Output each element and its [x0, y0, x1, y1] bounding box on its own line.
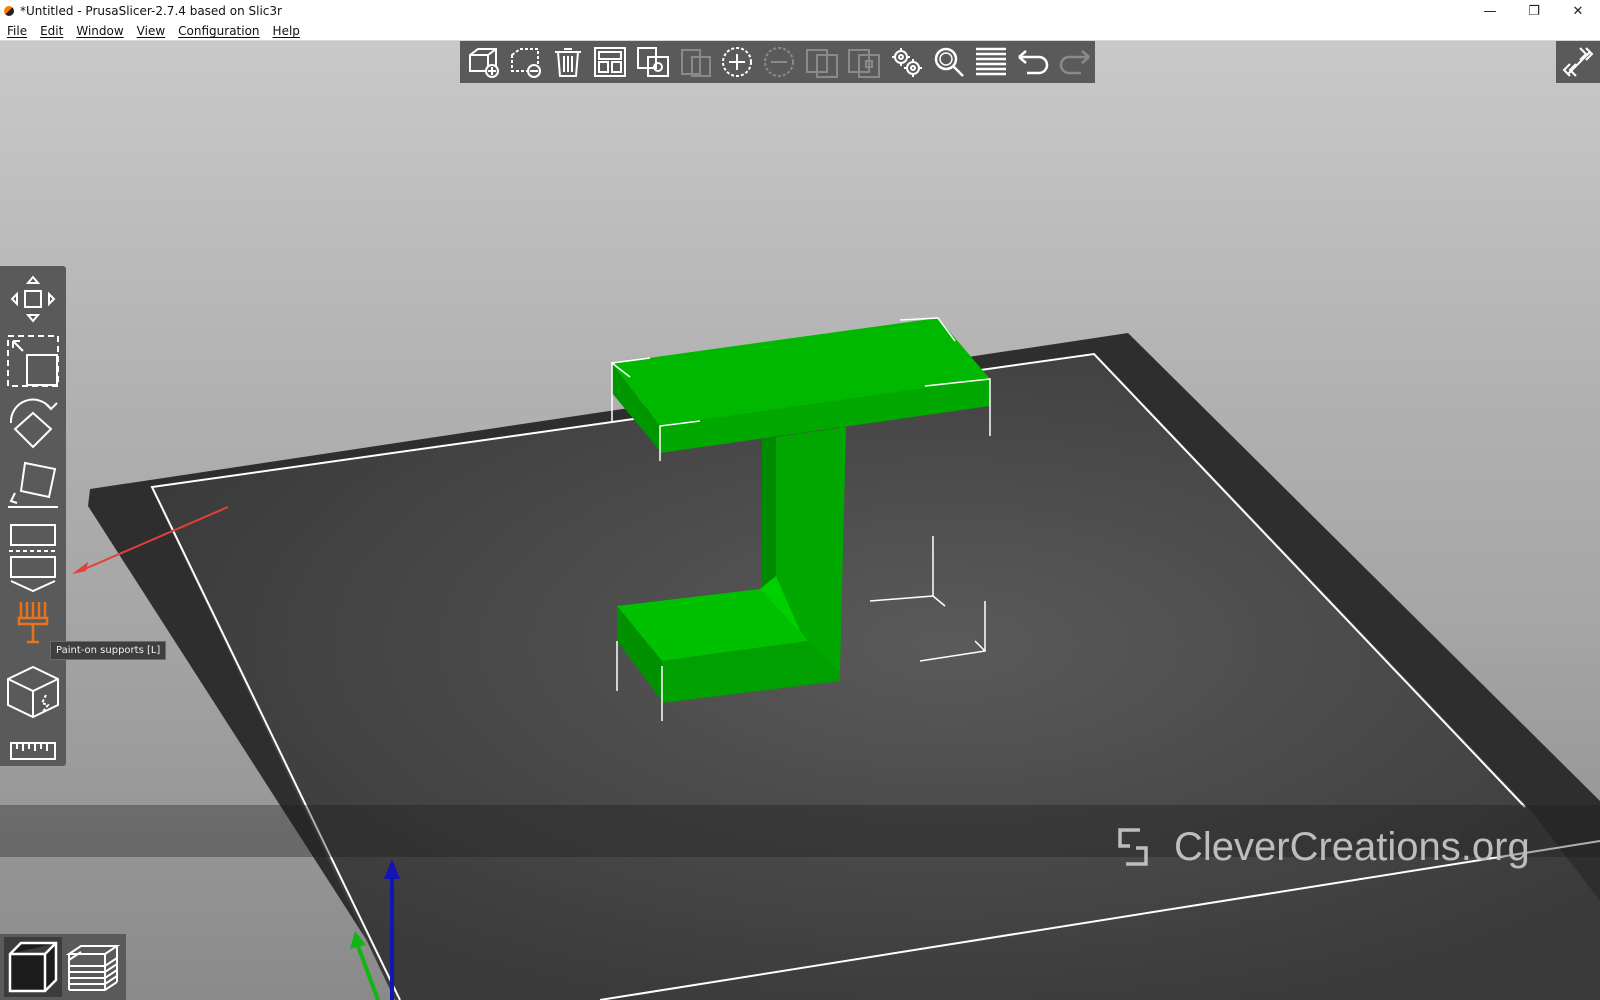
delete-all-button[interactable]	[549, 43, 588, 81]
copy-button[interactable]	[633, 43, 672, 81]
watermark-text: CleverCreations.org	[1174, 824, 1530, 869]
preview-button[interactable]	[64, 937, 122, 997]
arrange-button[interactable]	[591, 43, 630, 81]
watermark: CleverCreations.org	[1110, 821, 1600, 873]
paste-icon	[680, 49, 711, 77]
delete-all-icon	[555, 48, 582, 77]
menu-edit[interactable]: Edit	[33, 24, 69, 38]
search-icon	[934, 47, 964, 77]
layers-editing-button[interactable]	[971, 43, 1010, 81]
window-title: *Untitled - PrusaSlicer-2.7.4 based on S…	[20, 4, 282, 18]
place-on-face-tool[interactable]	[4, 456, 62, 514]
left-toolbar	[0, 266, 66, 766]
paste-button[interactable]	[675, 43, 714, 81]
tool-tooltip: Paint-on supports [L]	[50, 641, 167, 660]
redo-icon	[1060, 50, 1091, 75]
menu-file[interactable]: File	[0, 24, 33, 38]
title-bar: *Untitled - PrusaSlicer-2.7.4 based on S…	[0, 0, 1600, 22]
arrange-icon	[594, 47, 627, 77]
split-parts-button[interactable]	[844, 43, 883, 81]
menu-help[interactable]: Help	[266, 24, 306, 38]
rotate-tool[interactable]	[4, 394, 62, 454]
copy-icon	[636, 47, 669, 77]
view-switcher	[0, 934, 126, 1000]
scale-icon	[7, 335, 59, 387]
undo-icon	[1018, 50, 1049, 75]
search-button[interactable]	[929, 43, 968, 81]
clevercreations-logo-icon	[1118, 828, 1148, 866]
menu-bar: File Edit Window View Configuration Help	[0, 22, 1600, 41]
cut-tool[interactable]	[4, 518, 62, 594]
delete-icon	[510, 48, 541, 78]
split-objects-icon	[805, 49, 838, 78]
add-button[interactable]	[464, 43, 503, 81]
window-controls: — ❐ ✕	[1468, 0, 1600, 22]
gear-icon	[892, 48, 923, 77]
cut-icon	[9, 524, 57, 593]
menu-view[interactable]: View	[130, 24, 171, 38]
menu-configuration[interactable]: Configuration	[171, 24, 265, 38]
app-logo-icon	[4, 6, 14, 16]
restore-button[interactable]: ❐	[1512, 0, 1556, 22]
add-instance-icon	[722, 47, 753, 77]
minimize-button[interactable]: —	[1468, 0, 1512, 22]
remove-instance-icon	[764, 47, 795, 77]
place-on-face-icon	[8, 461, 58, 508]
measure-tool[interactable]	[4, 736, 62, 766]
paint-on-supports-tool[interactable]	[4, 596, 62, 646]
delete-button[interactable]	[506, 43, 545, 81]
paint-on-supports-icon	[17, 602, 49, 644]
top-toolbar	[460, 41, 1095, 83]
collapse-sidebar-button[interactable]	[1556, 41, 1600, 83]
undo-button[interactable]	[1013, 43, 1052, 81]
collapse-arrows-icon	[1562, 47, 1594, 77]
3d-view-button[interactable]	[4, 937, 62, 997]
rotate-icon	[9, 398, 58, 449]
redo-button[interactable]	[1056, 43, 1095, 81]
close-button[interactable]: ✕	[1556, 0, 1600, 22]
scale-tool[interactable]	[4, 332, 62, 390]
split-parts-icon	[848, 49, 881, 78]
3d-view-icon	[8, 941, 58, 993]
preview-icon	[65, 945, 121, 991]
layers-editing-icon	[975, 47, 1006, 76]
remove-instance-button[interactable]	[760, 43, 799, 81]
measure-icon	[10, 742, 56, 760]
move-tool[interactable]	[4, 268, 62, 330]
add-icon	[468, 48, 499, 78]
settings-button[interactable]	[887, 43, 926, 81]
move-icon	[10, 275, 56, 323]
3d-viewport[interactable]: Paint-on supports [L] CleverCreations.or…	[0, 41, 1600, 1000]
seam-painting-tool[interactable]	[4, 661, 62, 723]
add-instance-button[interactable]	[718, 43, 757, 81]
menu-window[interactable]: Window	[69, 24, 129, 38]
split-objects-button[interactable]	[802, 43, 841, 81]
seam-painting-icon	[7, 665, 59, 719]
